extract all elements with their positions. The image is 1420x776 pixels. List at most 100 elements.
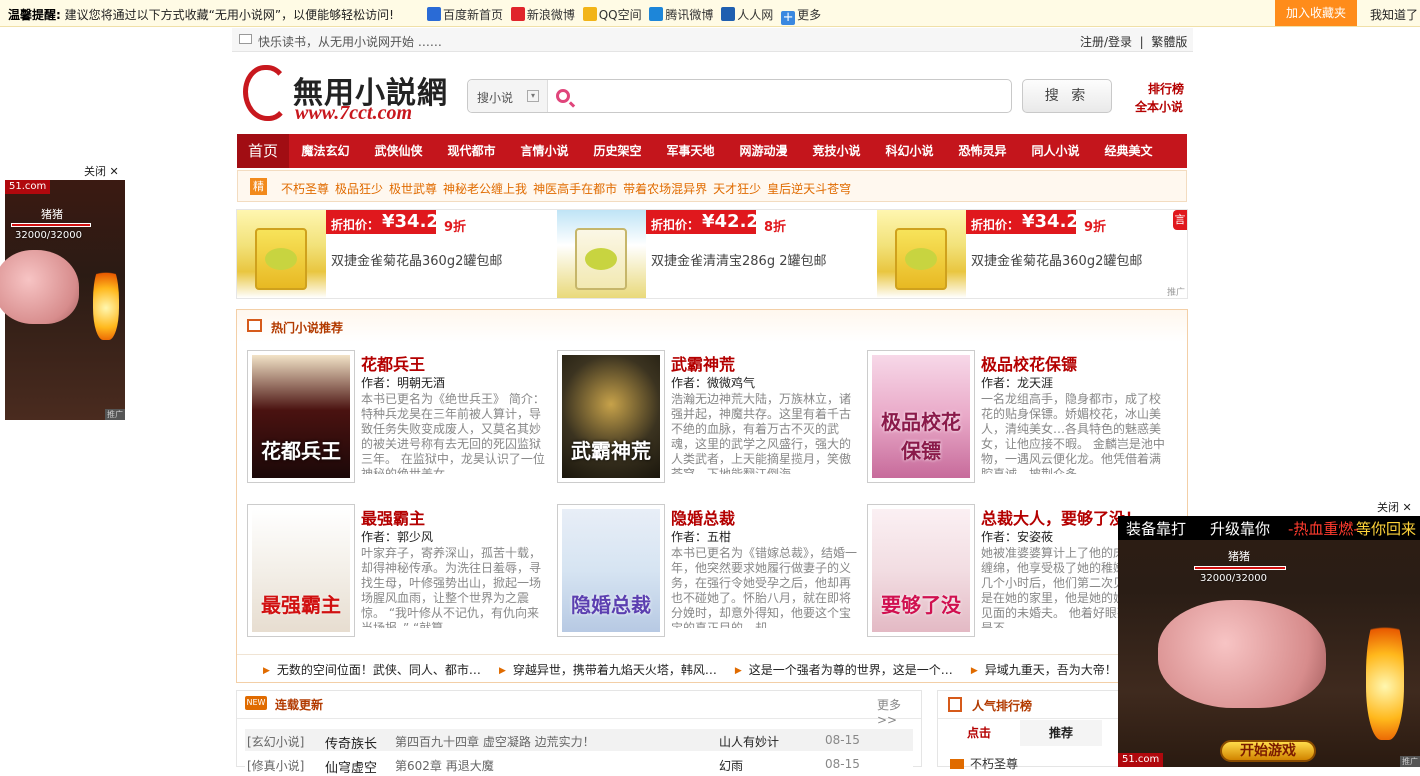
author-name: 郭少风 xyxy=(397,530,434,544)
hot-keyword[interactable]: 极世武尊 xyxy=(389,182,437,196)
dismiss-link[interactable]: 我知道了 xyxy=(1370,6,1418,23)
hot-keyword[interactable]: 不朽圣尊 xyxy=(281,182,329,196)
bookmark-more[interactable]: + 更多 xyxy=(781,8,821,25)
bookmark-baidu-label[interactable]: 百度新首页 xyxy=(443,8,503,22)
update-book[interactable]: 传奇族长 xyxy=(325,733,377,752)
product-name[interactable]: 双捷金雀清清宝286g 2罐包邮 xyxy=(651,250,826,269)
nav-item[interactable]: 言情小说 xyxy=(508,134,581,168)
close-ad-left[interactable]: 关闭 ✕ xyxy=(84,163,119,179)
book-cover[interactable]: 隐婚总裁 xyxy=(557,504,665,637)
book-cover[interactable]: 花都兵王 xyxy=(247,350,355,483)
nav-item[interactable]: 科幻小说 xyxy=(873,134,946,168)
update-author[interactable]: 幻雨 xyxy=(719,757,743,774)
complete-novels-link[interactable]: 全本小说 xyxy=(1135,98,1183,115)
game-ad-right[interactable]: 装备靠打 升级靠你 -热血重燃- 等你回来 猪猪 32000/32000 开始游… xyxy=(1118,516,1420,767)
hot-keyword[interactable]: 神医高手在都市 xyxy=(533,182,617,196)
product-card[interactable]: 折扣价： ¥42.24 8折 双捷金雀清清宝286g 2罐包邮 xyxy=(557,210,875,298)
hot-keyword[interactable]: 极品狂少 xyxy=(335,182,383,196)
nav-item[interactable]: 历史架空 xyxy=(581,134,654,168)
hot-keyword[interactable]: 皇后逆天斗苍穹 xyxy=(767,182,851,196)
bookmark-renren[interactable]: 人人网 xyxy=(721,7,773,22)
site-logo[interactable]: 無用小説網 www.7cct.com xyxy=(243,62,453,124)
start-game-button[interactable]: 开始游戏 xyxy=(1220,740,1316,762)
update-chapter[interactable]: 第四百九十四章 虚空凝路 边荒实力！ xyxy=(395,733,595,750)
hot-keyword[interactable]: 神秘老公缠上我 xyxy=(443,182,527,196)
table-row: [玄幻小说] 传奇族长 第四百九十四章 虚空凝路 边荒实力！ 山人有妙计 08-… xyxy=(245,729,913,752)
bookmark-weibo[interactable]: 新浪微博 xyxy=(510,7,575,22)
product-more-badge[interactable]: 言 xyxy=(1173,210,1187,230)
game-ad-left[interactable]: 51.com 猪猪 32000/32000 推广 xyxy=(0,180,125,420)
login-link[interactable]: 注册/登录 xyxy=(1080,35,1132,49)
nav-item[interactable]: 竞技小说 xyxy=(800,134,873,168)
nav-item[interactable]: 军事天地 xyxy=(654,134,727,168)
close-label[interactable]: 关闭 xyxy=(1377,501,1399,514)
bookmark-more-label[interactable]: 更多 xyxy=(797,8,821,22)
book-cover[interactable]: 要够了没 xyxy=(867,504,975,637)
ranking-link[interactable]: 排行榜 xyxy=(1148,80,1184,97)
author-prefix: 作者： xyxy=(981,530,1018,544)
bookmark-qzone-label[interactable]: QQ空间 xyxy=(599,8,642,22)
search-scope-select[interactable]: 搜小说 ▾ xyxy=(468,80,548,112)
hot-novels-header: 热门小说推荐 xyxy=(237,310,1187,342)
close-ad-right[interactable]: 关闭 ✕ xyxy=(1377,499,1412,515)
update-author[interactable]: 山人有妙计 xyxy=(719,733,779,750)
bookmark-tencent[interactable]: 腾讯微博 xyxy=(649,7,713,22)
new-badge: NEW xyxy=(245,696,267,710)
nav-item[interactable]: 同人小说 xyxy=(1019,134,1092,168)
marquee-item[interactable]: 无数的空间位面！武侠、同人、都市… xyxy=(263,663,481,677)
more-link[interactable]: 更多>> xyxy=(877,696,921,727)
nav-item[interactable]: 网游动漫 xyxy=(727,134,800,168)
product-image[interactable] xyxy=(877,210,966,298)
ranking-item-title[interactable]: 不朽圣尊 xyxy=(970,757,1018,771)
book-title[interactable]: 最强霸主 xyxy=(361,505,425,529)
nav-item[interactable]: 经典美文 xyxy=(1092,134,1165,168)
close-icon[interactable]: ✕ xyxy=(110,165,119,178)
bookmark-links: 百度新首页 新浪微博 QQ空间 腾讯微博 人人网 + 更多 xyxy=(427,6,825,25)
ad-site-label: 51.com xyxy=(1118,753,1164,767)
bookmark-baidu[interactable]: 百度新首页 xyxy=(427,7,503,22)
search-input[interactable] xyxy=(578,86,998,106)
bookmark-renren-label[interactable]: 人人网 xyxy=(737,8,773,22)
search-button[interactable]: 搜 索 xyxy=(1022,79,1112,113)
discount: 8折 xyxy=(764,220,787,235)
edit-icon xyxy=(247,319,262,332)
book-cover[interactable]: 极品校花保镖 xyxy=(867,350,975,483)
book-cover[interactable]: 武霸神荒 xyxy=(557,350,665,483)
update-category[interactable]: [玄幻小说] xyxy=(247,733,304,750)
bookmark-tencent-label[interactable]: 腾讯微博 xyxy=(665,8,713,22)
hot-keyword[interactable]: 天才狂少 xyxy=(713,182,761,196)
ranking-item[interactable]: 不朽圣尊 xyxy=(950,755,1018,772)
tab-recommend[interactable]: 推荐 xyxy=(1020,720,1102,746)
product-card[interactable]: 折扣价： ¥34.2 9折 双捷金雀菊花晶360g2罐包邮 xyxy=(877,210,1195,298)
tab-clicks[interactable]: 点击 xyxy=(938,720,1020,746)
close-icon[interactable]: ✕ xyxy=(1403,501,1412,514)
ad-tag: 推广 xyxy=(1164,285,1187,298)
marquee-item[interactable]: 穿越异世，携带着九焰天火塔，韩风… xyxy=(499,663,717,677)
book-title[interactable]: 花都兵王 xyxy=(361,351,425,375)
nav-item[interactable]: 武侠仙侠 xyxy=(362,134,435,168)
product-card[interactable]: 折扣价： ¥34.2 9折 双捷金雀菊花晶360g2罐包邮 xyxy=(237,210,555,298)
add-favorite-button[interactable]: 加入收藏夹 xyxy=(1275,0,1357,26)
book-title[interactable]: 总裁大人，要够了没！ xyxy=(981,505,1141,529)
book-title[interactable]: 极品校花保镖 xyxy=(981,351,1077,375)
product-name[interactable]: 双捷金雀菊花晶360g2罐包邮 xyxy=(971,250,1142,269)
nav-item[interactable]: 恐怖灵异 xyxy=(946,134,1019,168)
close-label[interactable]: 关闭 xyxy=(84,165,106,178)
nav-home[interactable]: 首页 xyxy=(237,134,289,168)
update-chapter[interactable]: 第602章 再退大魔 xyxy=(395,757,494,774)
marquee-item[interactable]: 这是一个强者为尊的世界，这是一个… xyxy=(735,663,953,677)
nav-item[interactable]: 现代都市 xyxy=(435,134,508,168)
nav-item[interactable]: 魔法玄幻 xyxy=(289,134,362,168)
update-category[interactable]: [修真小说] xyxy=(247,757,304,774)
bookmark-qzone[interactable]: QQ空间 xyxy=(582,7,642,22)
traditional-link[interactable]: 繁體版 xyxy=(1151,35,1187,49)
product-name[interactable]: 双捷金雀菊花晶360g2罐包邮 xyxy=(331,250,502,269)
product-image[interactable] xyxy=(557,210,646,298)
product-image[interactable] xyxy=(237,210,326,298)
book-title[interactable]: 武霸神荒 xyxy=(671,351,735,375)
hot-keyword[interactable]: 带着农场混异界 xyxy=(623,182,707,196)
book-cover[interactable]: 最强霸主 xyxy=(247,504,355,637)
popularity-ranking-panel: 人气排行榜 点击 推荐 不朽圣尊 xyxy=(937,690,1127,771)
book-title[interactable]: 隐婚总裁 xyxy=(671,505,735,529)
bookmark-weibo-label[interactable]: 新浪微博 xyxy=(527,8,575,22)
